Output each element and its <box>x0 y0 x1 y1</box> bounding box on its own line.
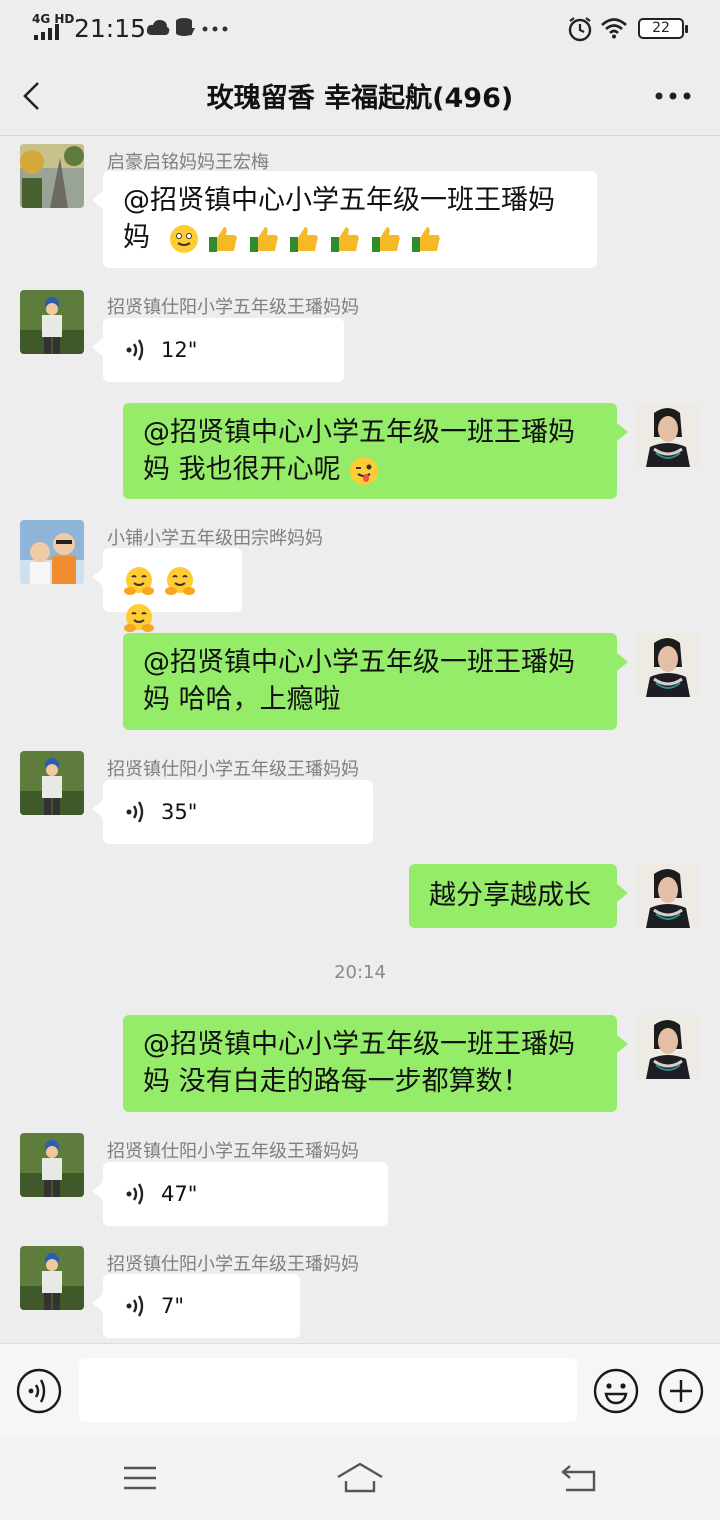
voice-duration: 47" <box>161 1181 198 1206</box>
thumbs-up-emoji-icon <box>249 226 278 252</box>
voice-duration: 12" <box>161 337 198 362</box>
avatar[interactable] <box>20 751 84 815</box>
wifi-icon <box>601 18 627 39</box>
avatar[interactable] <box>20 290 84 354</box>
sender-name: 招贤镇仕阳小学五年级王璠妈妈 <box>107 297 359 318</box>
message-bubble[interactable] <box>92 548 242 632</box>
message-bubble[interactable]: 越分享越成长 <box>409 864 628 928</box>
voice-wave-icon <box>126 339 144 361</box>
alarm-icon <box>568 17 592 42</box>
message-text: 越分享越成长 <box>429 880 591 911</box>
message-bubble[interactable]: @招贤镇中心小学五年级一班王璠妈 妈 没有白走的路每一步都算数！ <box>123 1015 628 1112</box>
status-bar: 4G HD 21:15 22 <box>0 0 720 56</box>
sender-name: 招贤镇仕阳小学五年级王璠妈妈 <box>107 1141 359 1162</box>
message-text: @招贤镇中心小学五年级一班王璠妈 <box>143 417 575 448</box>
more-notifications-icon <box>202 26 228 32</box>
wink-tongue-emoji-icon <box>350 456 379 485</box>
hug-emoji-icon <box>164 566 195 595</box>
thumbs-up-emoji-icon <box>330 226 359 252</box>
message-text: 妈 哈哈，上瘾啦 <box>143 684 341 715</box>
chat-header: 玫瑰留香 幸福起航(496) <box>0 56 720 136</box>
voice-message-bubble[interactable]: 35" <box>92 780 373 844</box>
voice-message-bubble[interactable]: 12" <box>92 318 344 382</box>
plus-icon[interactable] <box>658 1368 704 1414</box>
my-avatar[interactable] <box>636 633 700 697</box>
clock-time: 21:15 <box>74 14 147 43</box>
avatar[interactable] <box>20 144 84 208</box>
message-text: 妈 <box>123 222 150 253</box>
thumbs-up-emoji-icon <box>290 226 319 252</box>
voice-duration: 35" <box>161 799 198 824</box>
message-bubble[interactable]: @招贤镇中心小学五年级一班王璠妈 妈 <box>92 171 597 268</box>
hug-emoji-icon <box>124 566 154 595</box>
emoji-row <box>169 219 443 256</box>
sender-name: 小铺小学五年级田宗晔妈妈 <box>107 528 323 549</box>
thumbs-up-emoji-icon <box>371 226 400 252</box>
my-avatar[interactable] <box>636 864 700 928</box>
voice-message-bubble[interactable]: 47" <box>92 1162 388 1226</box>
voice-wave-icon <box>126 1183 144 1205</box>
back-nav-icon[interactable] <box>560 1463 598 1493</box>
battery-icon: 22 <box>638 18 688 39</box>
time-divider: 20:14 <box>334 962 386 983</box>
message-text: @招贤镇中心小学五年级一班王璠妈 <box>143 647 575 678</box>
voice-wave-icon <box>126 1295 144 1317</box>
chevron-left-icon[interactable] <box>18 80 46 112</box>
home-icon[interactable] <box>336 1461 384 1493</box>
message-bubble[interactable]: @招贤镇中心小学五年级一班王璠妈 妈 哈哈，上瘾啦 <box>123 633 628 730</box>
cloud-icon <box>146 19 170 35</box>
menu-icon[interactable] <box>122 1465 158 1491</box>
data-saver-icon <box>176 18 195 36</box>
input-bar <box>0 1343 720 1435</box>
voice-duration: 7" <box>161 1293 185 1318</box>
signal-icon <box>34 24 59 40</box>
thumbs-up-emoji-icon <box>209 226 237 252</box>
message-bubble[interactable]: @招贤镇中心小学五年级一班王璠妈 妈 我也很开心呢 <box>123 403 628 499</box>
sender-name: 招贤镇仕阳小学五年级王璠妈妈 <box>107 759 359 780</box>
more-dots-icon[interactable] <box>655 92 691 100</box>
message-text: 妈 我也很开心呢 <box>143 454 341 485</box>
voice-mode-icon[interactable] <box>16 1368 62 1414</box>
my-avatar[interactable] <box>636 403 700 467</box>
hug-emoji-icon <box>124 603 154 632</box>
avatar[interactable] <box>20 520 84 584</box>
thumbs-up-emoji-icon <box>412 226 440 252</box>
my-avatar[interactable] <box>636 1015 700 1079</box>
message-text: @招贤镇中心小学五年级一班王璠妈 <box>143 1029 575 1060</box>
avatar[interactable] <box>20 1246 84 1310</box>
emoji-icon[interactable] <box>593 1368 639 1414</box>
message-text: 妈 没有白走的路每一步都算数！ <box>143 1066 530 1097</box>
voice-message-bubble[interactable]: 7" <box>92 1274 300 1338</box>
smile-emoji-icon <box>169 224 198 253</box>
message-input[interactable] <box>79 1358 577 1422</box>
battery-level: 22 <box>652 20 670 36</box>
chat-title: 玫瑰留香 幸福起航(496) <box>206 83 514 114</box>
avatar[interactable] <box>20 1133 84 1197</box>
message-list[interactable]: 启豪启铭妈妈王宏梅 @招贤镇中心小学五年级一班王璠妈 妈 招贤镇仕阳小学五年级王… <box>0 137 720 1343</box>
voice-wave-icon <box>126 801 144 823</box>
system-navigation-bar <box>0 1435 720 1520</box>
sender-name: 招贤镇仕阳小学五年级王璠妈妈 <box>107 1254 359 1275</box>
message-text: @招贤镇中心小学五年级一班王璠妈 <box>123 185 555 216</box>
